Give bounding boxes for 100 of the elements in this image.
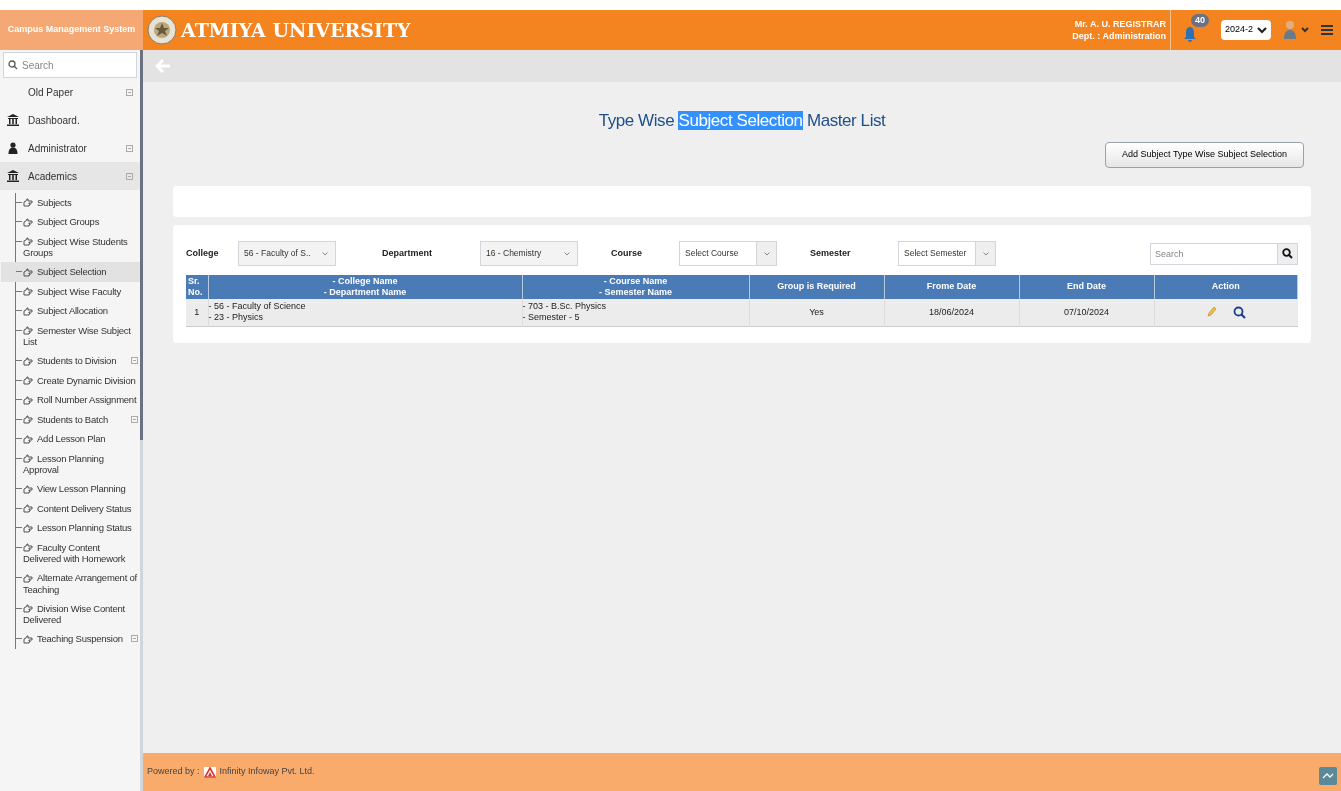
title-text: Master List [805, 111, 886, 130]
sidebar-subitem[interactable]: Faculty Content Delivered with Homework [1, 537, 140, 569]
pointing-hand-icon [23, 484, 33, 495]
column-header: - Course Name - Semester Name [522, 274, 749, 299]
chevron-down-icon [564, 251, 570, 256]
sidebar-item[interactable]: Old Paper [0, 78, 140, 106]
pointing-hand-icon [23, 376, 33, 387]
expand-icon[interactable] [131, 357, 138, 365]
sidebar-subitem[interactable]: View Lesson Planning [1, 479, 140, 499]
pointing-hand-icon [23, 237, 33, 248]
filter-label: Semester [810, 246, 852, 260]
pencil-icon[interactable] [1206, 306, 1217, 319]
column-header: Frome Date [884, 274, 1019, 299]
bank-icon [7, 114, 19, 126]
search-icon[interactable] [1232, 305, 1246, 319]
sidebar-subitem[interactable]: Lesson Planning Approval [1, 448, 140, 480]
pointing-hand-icon [23, 523, 33, 534]
bank-icon [7, 170, 19, 182]
sidebar-subitem[interactable]: Semester Wise Subject List [1, 320, 140, 352]
sidebar-item[interactable]: Administrator [0, 134, 140, 162]
pointing-hand-icon [23, 454, 33, 465]
user-icon [7, 142, 19, 154]
add-button[interactable]: Add Subject Type Wise Subject Selection [1105, 141, 1304, 168]
expand-icon[interactable] [126, 144, 133, 152]
title-text: Type Wise [598, 111, 676, 130]
chevron-down-icon[interactable] [1301, 27, 1309, 33]
filter-select[interactable]: Select Semester [898, 241, 996, 266]
title-text: Subject Selection [678, 111, 803, 130]
filter-select[interactable]: Select Course [679, 241, 777, 266]
chevron-down-icon [982, 251, 989, 256]
powered-by-label: Powered by : [147, 765, 200, 779]
sidebar-subitem[interactable]: Students to Batch [1, 409, 140, 430]
sidebar-subitem[interactable]: Lesson Planning Status [1, 518, 140, 538]
expand-icon[interactable] [131, 635, 138, 643]
search-icon [1282, 248, 1293, 259]
table-cell: Yes [749, 298, 884, 327]
table-cell: 18/06/2024 [884, 298, 1019, 327]
pointing-hand-icon [23, 543, 33, 554]
search-icon [8, 60, 18, 70]
sidebar-subitem[interactable]: Students to Division [1, 351, 140, 371]
sidebar-subitem[interactable]: Subjects [1, 193, 140, 213]
university-seal-icon [147, 15, 177, 45]
sidebar-subitem[interactable]: Subject Wise Students Groups [1, 231, 140, 263]
system-name: Campus Management System [0, 10, 143, 50]
column-header: End Date [1019, 274, 1154, 299]
chat-icon[interactable] [1319, 767, 1337, 785]
filter-select[interactable]: 16 - Chemistry [480, 241, 578, 266]
sidebar-subitem[interactable]: Create Dynamic Division [1, 370, 140, 391]
filter-label: Department [382, 246, 433, 260]
column-header: Sr. No. [186, 274, 208, 299]
pointing-hand-icon [23, 634, 33, 645]
column-header: Action [1154, 274, 1298, 299]
user-avatar-icon[interactable] [1283, 20, 1297, 40]
table-cell: 1 [186, 298, 208, 327]
pointing-hand-icon [23, 198, 33, 209]
table-search-field[interactable]: Search [1150, 242, 1278, 265]
pointing-hand-icon [23, 287, 33, 298]
sidebar-subitem[interactable]: Subject Selection [1, 262, 140, 282]
filter-label: Course [611, 246, 643, 260]
company-logo-icon [203, 766, 216, 778]
pointing-hand-icon [23, 415, 33, 426]
filter-label: College [186, 246, 220, 260]
pointing-hand-icon [23, 395, 33, 406]
pointing-hand-icon [23, 604, 33, 615]
chevron-down-icon [763, 251, 770, 256]
bell-icon[interactable] [1182, 26, 1197, 42]
sidebar-subitem[interactable]: Alternate Arrangement of Teaching [1, 568, 140, 599]
pointing-hand-icon [23, 326, 33, 337]
sidebar-subitem[interactable]: Subject Wise Faculty [1, 281, 140, 302]
pointing-hand-icon [23, 217, 33, 228]
back-arrow-icon[interactable] [155, 59, 171, 73]
menu-icon[interactable] [1321, 24, 1333, 36]
sidebar-subitem[interactable]: Content Delivery Status [1, 498, 140, 519]
expand-icon[interactable] [126, 88, 133, 96]
pointing-hand-icon [23, 267, 33, 278]
table-cell: - 703 - B.Sc. Physics - Semester - 5 [522, 298, 749, 327]
pointing-hand-icon [23, 306, 33, 317]
sidebar-subitem[interactable]: Subject Allocation [1, 301, 140, 321]
search-button[interactable] [1278, 242, 1298, 265]
sidebar-search-field[interactable]: Search [3, 52, 137, 78]
filter-select[interactable]: 56 - Faculty of S.. [238, 241, 336, 266]
term-select[interactable]: 2024-2 [1220, 20, 1271, 40]
pointing-hand-icon [23, 573, 33, 584]
sidebar-item[interactable]: Dashboard. [0, 106, 140, 134]
chevron-down-icon [322, 251, 329, 256]
pointing-hand-icon [23, 504, 33, 515]
sidebar-subitem[interactable]: Subject Groups [1, 212, 140, 232]
sidebar-subitem[interactable]: Division Wise Content Delivered [1, 598, 140, 630]
user-department: Dept. : Administration [1072, 30, 1166, 42]
table-cell: 07/10/2024 [1019, 298, 1154, 327]
pointing-hand-icon [23, 356, 33, 367]
sidebar-subitem[interactable]: Teaching Suspension [1, 629, 140, 649]
sidebar-subitem[interactable]: Add Lesson Plan [1, 429, 140, 449]
company-name[interactable]: Infinity Infoway Pvt. Ltd. [219, 765, 315, 779]
sidebar-item[interactable]: Academics [0, 162, 140, 190]
expand-icon[interactable] [126, 172, 133, 180]
pointing-hand-icon [23, 434, 33, 445]
sidebar-subitem[interactable]: Roll Number Assignment [1, 390, 140, 410]
table-cell: - 56 - Faculty of Science - 23 - Physics [208, 298, 522, 327]
expand-icon[interactable] [131, 415, 138, 423]
